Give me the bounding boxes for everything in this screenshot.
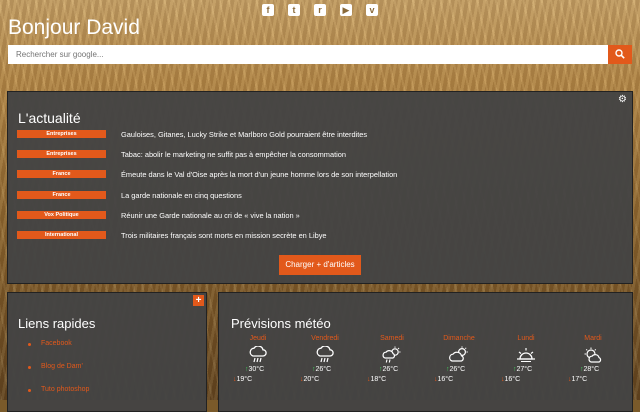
add-link-button[interactable]: +	[193, 295, 204, 306]
news-headline[interactable]: Trois militaires français sont morts en …	[121, 231, 327, 240]
news-headline[interactable]: Gauloises, Gitanes, Lucky Strike et Marl…	[121, 130, 367, 139]
news-tag: Entreprises	[17, 150, 106, 159]
news-tag: International	[17, 230, 106, 239]
bullet-icon	[28, 343, 31, 346]
bullet-icon	[28, 389, 31, 392]
temp-max: 30°C	[248, 366, 265, 373]
vine-icon[interactable]: v	[366, 4, 378, 16]
news-tag: Entreprises	[17, 130, 106, 138]
search-input[interactable]	[8, 45, 608, 64]
weather-title: Prévisions météo	[231, 316, 331, 331]
weather-day: Lundi ↑27°C ↓16°C	[496, 335, 556, 384]
news-headline[interactable]: La garde nationale en cinq questions	[121, 191, 242, 200]
news-title: L'actualité	[18, 110, 81, 126]
news-headline[interactable]: Émeute dans le Val d'Oise après la mort …	[121, 170, 397, 179]
quick-link[interactable]: Facebook	[41, 340, 72, 347]
weather-day: Dimanche ↑26°C ↓16°C	[429, 335, 489, 384]
temp-min: 18°C	[370, 376, 387, 383]
news-tag: France	[17, 170, 106, 179]
temp-max: 27°C	[516, 366, 533, 373]
gear-icon[interactable]: ⚙	[618, 94, 627, 105]
social-links: f t r ▶ v	[0, 4, 640, 16]
rain-icon	[249, 346, 267, 363]
twitter-icon[interactable]: t	[288, 4, 300, 16]
weather-day-name: Mardi	[584, 335, 602, 342]
rain-icon	[316, 346, 334, 363]
temp-max: 26°C	[449, 366, 466, 373]
news-panel: ⚙ L'actualité Entreprises Gauloises, Git…	[7, 91, 633, 284]
weather-day-name: Lundi	[517, 335, 535, 342]
news-headline[interactable]: Tabac: abolir le marketing ne suffit pas…	[121, 150, 346, 159]
load-more-button[interactable]: Charger + d'articles	[279, 255, 361, 275]
temp-min: 20°C	[303, 376, 320, 383]
weather-day-name: Jeudi	[249, 335, 267, 342]
search-button[interactable]	[608, 45, 632, 64]
news-tag: France	[17, 190, 106, 199]
youtube-icon[interactable]: ▶	[340, 4, 352, 16]
news-headline[interactable]: Réunir une Garde nationale au cri de « v…	[121, 211, 300, 220]
sun-icon	[517, 348, 535, 362]
sun-cloud-icon	[584, 347, 602, 363]
search-icon	[615, 49, 625, 59]
temp-max: 28°C	[583, 366, 600, 373]
weather-panel: Prévisions météo Jeudi ↑30°C ↓19°C Vendr…	[218, 292, 633, 412]
temp-min: 17°C	[571, 376, 588, 383]
weather-day-name: Dimanche	[443, 335, 475, 342]
reddit-icon[interactable]: r	[314, 4, 326, 16]
temp-min: 16°C	[504, 376, 521, 383]
weather-day: Jeudi ↑30°C ↓19°C	[228, 335, 288, 384]
facebook-icon[interactable]: f	[262, 4, 274, 16]
weather-day: Mardi ↑28°C ↓17°C	[563, 335, 623, 384]
news-tag: Vox Politique	[17, 210, 106, 219]
greeting-title: Bonjour David	[8, 16, 140, 39]
temp-min: 19°C	[236, 376, 253, 383]
quick-link[interactable]: Tuto photoshop	[41, 386, 89, 393]
quick-links-panel: + Liens rapides Facebook Blog de Dam' Tu…	[7, 292, 207, 412]
sun-cloud-icon	[449, 346, 468, 362]
quick-link[interactable]: Blog de Dam'	[41, 363, 83, 370]
sun-cloud-rain-icon	[382, 346, 401, 363]
weather-day-name: Samedi	[380, 335, 404, 342]
temp-max: 26°C	[382, 366, 399, 373]
weather-day: Vendredi ↑26°C ↓20°C	[295, 335, 355, 384]
weather-day-name: Vendredi	[311, 335, 339, 342]
weather-day: Samedi ↑26°C ↓18°C	[362, 335, 422, 384]
quick-links-title: Liens rapides	[18, 316, 96, 331]
temp-min: 16°C	[437, 376, 454, 383]
temp-max: 26°C	[315, 366, 332, 373]
bullet-icon	[28, 366, 31, 369]
